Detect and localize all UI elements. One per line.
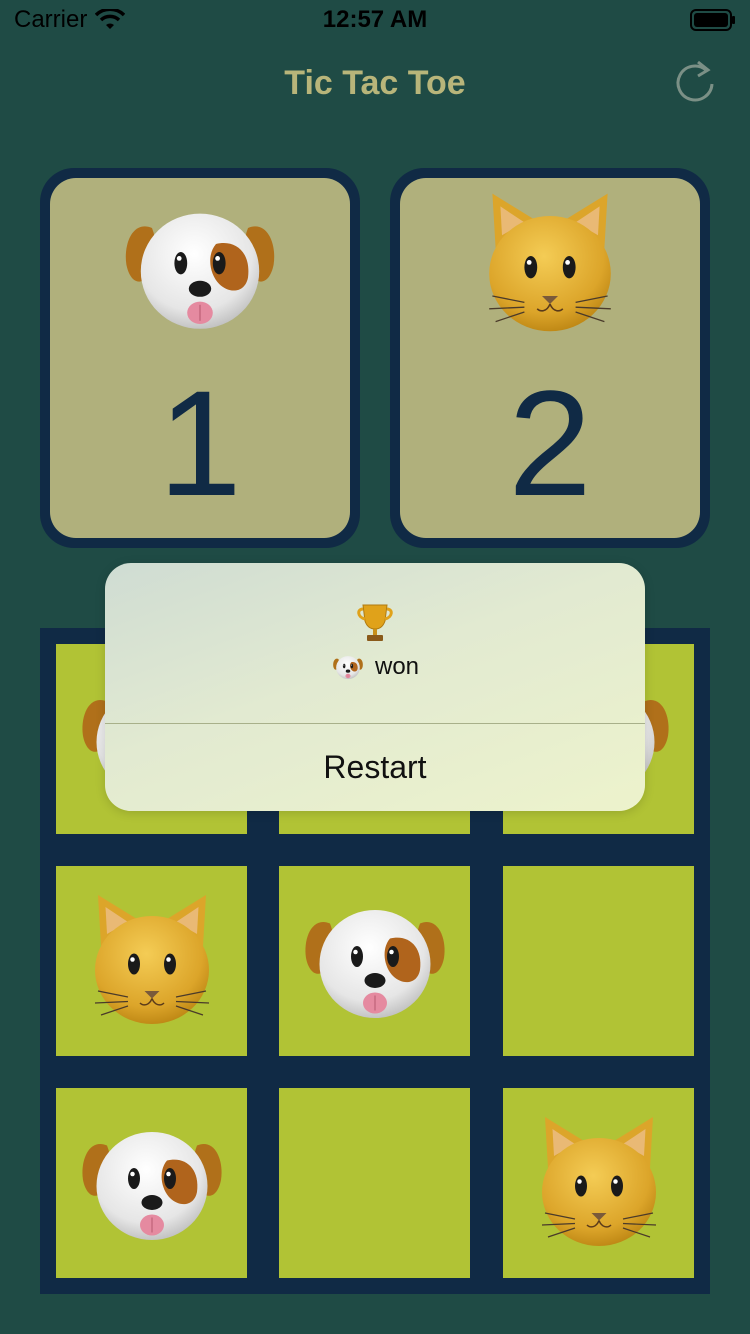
battery-icon [690, 9, 735, 31]
cat-face-icon [519, 1108, 679, 1258]
alert-message: won [105, 651, 645, 683]
dog-face-icon [110, 188, 290, 348]
board-cell[interactable] [56, 1088, 247, 1278]
page-title: Tic Tac Toe [284, 64, 466, 102]
board-cell[interactable] [503, 1088, 694, 1278]
board-cell[interactable] [56, 866, 247, 1056]
alert-message-text: won [374, 653, 420, 680]
trophy-icon [105, 601, 645, 648]
board-cell[interactable] [503, 866, 694, 1056]
cat-face-icon [72, 886, 232, 1036]
refresh-icon[interactable] [672, 58, 718, 106]
status-bar: Carrier 12:57 AM [0, 0, 750, 40]
dog-face-icon [295, 886, 455, 1036]
restart-button[interactable]: Restart [105, 724, 645, 811]
status-time: 12:57 AM [322, 6, 428, 33]
board-cell[interactable] [279, 1088, 470, 1278]
dog-face-icon [331, 651, 365, 683]
cat-score: 2 [508, 359, 592, 527]
dog-score: 1 [158, 359, 242, 527]
board-cell[interactable] [279, 866, 470, 1056]
score-card-cat: 2 [390, 168, 710, 548]
winner-alert: won Restart [105, 563, 645, 811]
dog-face-icon [72, 1108, 232, 1258]
cat-face-icon [460, 184, 640, 344]
score-card-dog: 1 [40, 168, 360, 548]
